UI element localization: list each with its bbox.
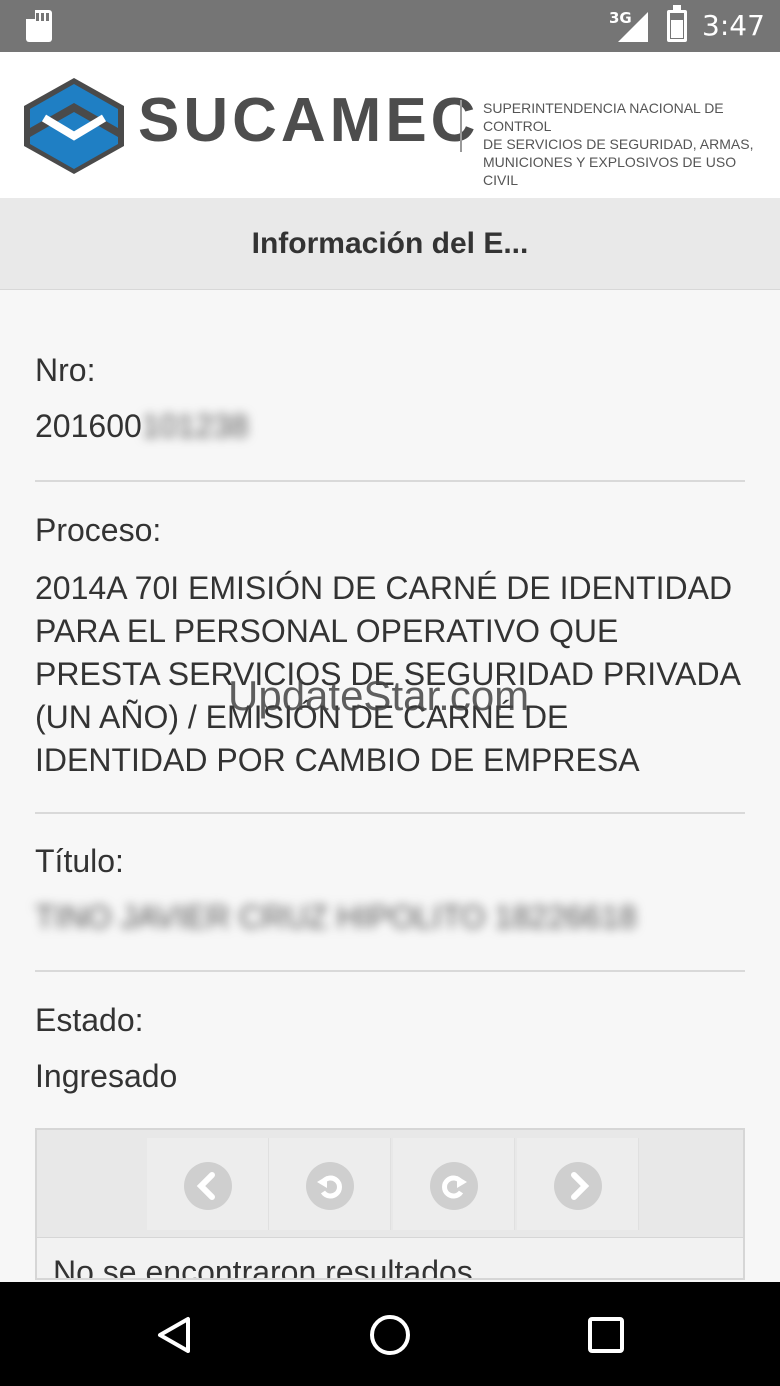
brand-tagline-line: MUNICIONES Y EXPLOSIVOS DE USO CIVIL [483,154,737,188]
previous-page-button[interactable] [269,1138,391,1230]
nro-value: 201600 [35,408,142,444]
next-page-button[interactable] [393,1138,515,1230]
status-bar: 3G 3:47 [0,0,780,52]
nro-value-blurred: 101238 [141,408,249,444]
divider [35,970,745,972]
pager-toolbar [37,1130,743,1238]
home-icon[interactable] [368,1313,412,1357]
field-label: Título: [35,843,124,879]
field-titulo: Título: TINO JAVIER CRUZ HIPOLITO 182266… [35,843,745,939]
field-nro: Nro: 201600101238 [35,352,745,448]
recents-icon[interactable] [588,1317,624,1353]
first-page-icon [184,1162,232,1210]
sucamec-logo-icon [24,78,124,174]
field-proceso: Proceso: 2014A 70I EMISIÓN DE CARNÉ DE I… [35,512,745,782]
navigation-bar [0,1282,780,1386]
proceso-line: PARA EL PERSONAL OPERATIVO QUE [35,613,619,649]
field-value: 201600101238 [35,405,745,448]
battery-icon [667,5,687,42]
sd-card-icon [26,10,52,42]
previous-page-icon [306,1162,354,1210]
watermark: UpdateStar.com [228,672,530,719]
field-estado: Estado: Ingresado [35,1002,745,1098]
first-page-button[interactable] [147,1138,269,1230]
proceso-line: IDENTIDAD POR CAMBIO DE EMPRESA [35,742,640,778]
brand-tagline-line: SUPERINTENDENCIA NACIONAL DE CONTROL [483,100,724,134]
back-icon[interactable] [154,1315,194,1355]
titulo-value-blurred: TINO JAVIER CRUZ HIPOLITO 18226618 [35,899,637,935]
page-title-bar: Información del E... [0,198,780,290]
app-header: SUCAMEC SUPERINTENDENCIA NACIONAL DE CON… [0,52,780,198]
signal-icon [618,12,648,42]
brand-tagline: SUPERINTENDENCIA NACIONAL DE CONTROL DE … [483,99,773,189]
field-label: Estado: [35,1002,144,1038]
last-page-icon [554,1162,602,1210]
brand-tagline-line: DE SERVICIOS DE SEGURIDAD, ARMAS, [483,136,754,152]
results-table: No se encontraron resultados [35,1128,745,1280]
next-page-icon [430,1162,478,1210]
estado-value: Ingresado [35,1058,178,1094]
field-label: Nro: [35,352,96,388]
empty-results-message: No se encontraron resultados [53,1254,473,1280]
last-page-button[interactable] [517,1138,639,1230]
brand-divider [460,100,462,152]
divider [35,480,745,482]
proceso-line: 2014A 70I EMISIÓN DE CARNÉ DE IDENTIDAD [35,570,733,606]
divider [35,812,745,814]
brand-name: SUCAMEC [138,86,480,155]
page-title: Información del E... [251,226,529,260]
field-label: Proceso: [35,512,162,548]
status-clock: 3:47 [702,9,765,42]
